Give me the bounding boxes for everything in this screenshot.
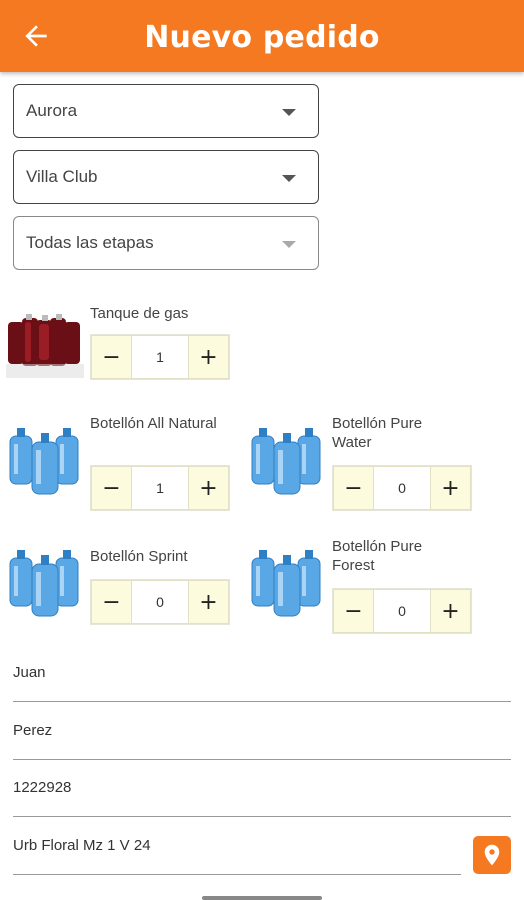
- increment-button[interactable]: +: [430, 589, 471, 633]
- chevron-down-icon: [282, 175, 296, 182]
- gas-tank-image: [6, 312, 84, 378]
- app-bar: Nuevo pedido: [0, 0, 524, 72]
- product-name: Botellón Pure Forest: [332, 538, 423, 574]
- city-select-value: Aurora: [26, 101, 78, 120]
- city-select[interactable]: Aurora: [13, 84, 319, 138]
- quantity-stepper: − 0 +: [332, 588, 472, 634]
- chevron-down-icon: [282, 241, 296, 248]
- quantity-stepper: − 1 +: [90, 465, 230, 511]
- last-name-field: [13, 720, 511, 760]
- quantity-value: 0: [374, 466, 430, 510]
- water-bottles-image: [251, 550, 321, 617]
- quantity-value: 1: [132, 335, 188, 379]
- decrement-button[interactable]: −: [91, 466, 132, 510]
- quantity-stepper: − 0 +: [332, 465, 472, 511]
- quantity-stepper: − 0 +: [90, 579, 230, 625]
- quantity-value: 0: [132, 580, 188, 624]
- location-button[interactable]: [473, 836, 511, 874]
- first-name-input[interactable]: [13, 662, 511, 681]
- decrement-button[interactable]: −: [333, 589, 374, 633]
- decrement-button[interactable]: −: [91, 335, 132, 379]
- address-input[interactable]: [13, 835, 461, 854]
- decrement-button[interactable]: −: [91, 580, 132, 624]
- increment-button[interactable]: +: [430, 466, 471, 510]
- chevron-down-icon: [282, 109, 296, 116]
- page-title: Nuevo pedido: [144, 20, 380, 55]
- submit-button-edge[interactable]: [202, 896, 322, 900]
- water-bottles-image: [9, 428, 79, 495]
- first-name-field: [13, 662, 511, 702]
- map-pin-icon: [484, 844, 500, 866]
- decrement-button[interactable]: −: [333, 466, 374, 510]
- neighborhood-select[interactable]: Villa Club: [13, 150, 319, 204]
- address-field: [13, 835, 461, 875]
- stage-select-value: Todas las etapas: [26, 233, 154, 252]
- stage-select[interactable]: Todas las etapas: [13, 216, 319, 270]
- increment-button[interactable]: +: [188, 466, 229, 510]
- water-bottles-image: [251, 428, 321, 495]
- product-name: Tanque de gas: [90, 305, 189, 322]
- phone-field: [13, 777, 511, 817]
- neighborhood-select-value: Villa Club: [26, 167, 98, 186]
- product-name: Botellón Sprint: [90, 548, 188, 565]
- last-name-input[interactable]: [13, 720, 511, 739]
- product-name: Botellón Pure Water: [332, 415, 423, 451]
- quantity-value: 0: [374, 589, 430, 633]
- increment-button[interactable]: +: [188, 580, 229, 624]
- quantity-value: 1: [132, 466, 188, 510]
- quantity-stepper: − 1 +: [90, 334, 230, 380]
- water-bottles-image: [9, 550, 79, 617]
- product-name: Botellón All Natural: [90, 415, 217, 432]
- phone-input[interactable]: [13, 777, 511, 796]
- increment-button[interactable]: +: [188, 335, 229, 379]
